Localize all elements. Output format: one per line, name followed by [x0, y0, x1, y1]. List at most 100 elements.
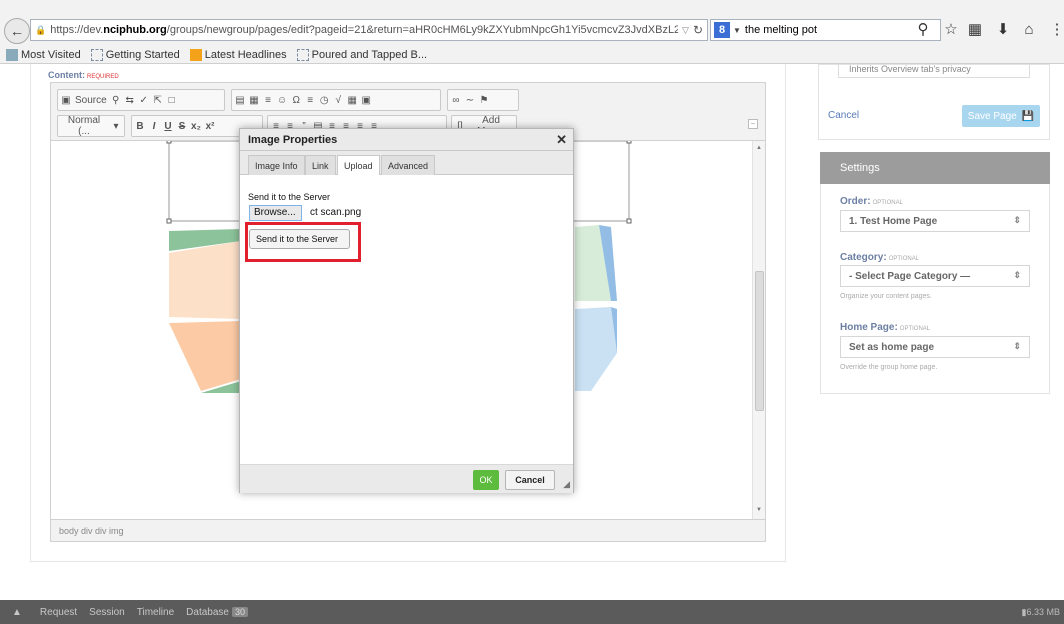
- chart-segment: [169, 321, 241, 391]
- dialog-cancel-button[interactable]: Cancel: [505, 470, 555, 490]
- source-button[interactable]: Source: [75, 95, 107, 106]
- privacy-select[interactable]: Inherits Overview tab's privacy: [838, 64, 1030, 78]
- sqrt-icon[interactable]: √: [333, 95, 343, 106]
- debug-tab-timeline[interactable]: Timeline: [137, 607, 174, 618]
- spellcheck-icon[interactable]: ✓: [139, 95, 149, 106]
- save-icon: 💾: [1021, 110, 1035, 122]
- bookmark-getting-started[interactable]: Getting Started: [90, 48, 180, 61]
- google-icon[interactable]: 8: [714, 22, 730, 38]
- unlink-icon[interactable]: ∼: [465, 95, 475, 106]
- order-select[interactable]: 1. Test Home Page ⇕: [840, 210, 1030, 232]
- find-icon[interactable]: ⚲: [111, 95, 121, 106]
- collapse-toolbar-icon[interactable]: –: [748, 119, 758, 129]
- scrollbar-thumb[interactable]: [755, 271, 764, 411]
- reload-icon[interactable]: ↻: [693, 23, 703, 37]
- bookmark-latest-headlines[interactable]: Latest Headlines: [189, 48, 287, 61]
- menu-icon[interactable]: ⋮: [1046, 19, 1064, 41]
- subscript-icon[interactable]: x₂: [191, 121, 201, 132]
- clock-icon[interactable]: ◷: [319, 95, 329, 106]
- flag-icon[interactable]: ⚑: [479, 95, 489, 106]
- tab-image-info[interactable]: Image Info: [248, 155, 305, 176]
- editor-scrollbar[interactable]: ▲ ▼: [752, 141, 765, 519]
- debug-tab-session[interactable]: Session: [89, 607, 125, 618]
- page-icon: [90, 48, 103, 61]
- chevron-down-icon[interactable]: ▼: [733, 26, 741, 35]
- category-label: Category: OPTIONAL: [840, 252, 920, 263]
- omega-icon[interactable]: Ω: [291, 95, 301, 106]
- debug-tab-request[interactable]: Request: [40, 607, 77, 618]
- content-label: Content: REQUIRED: [48, 70, 119, 80]
- home-icon[interactable]: ⌂: [1018, 19, 1040, 41]
- scroll-down-icon[interactable]: ▼: [756, 507, 762, 513]
- resize-grip-icon[interactable]: ◢: [563, 479, 570, 490]
- tab-upload[interactable]: Upload: [337, 155, 380, 176]
- page-icon: [296, 48, 309, 61]
- resize-handle[interactable]: [626, 218, 632, 224]
- address-bar[interactable]: 🔒 https://dev.nciphub.org/groups/newgrou…: [30, 19, 708, 41]
- image-icon[interactable]: ▤: [235, 95, 245, 106]
- search-icon[interactable]: ⚲: [912, 19, 934, 41]
- image-properties-dialog: Image Properties ✕ Image Info Link Uploa…: [239, 128, 574, 493]
- tab-link[interactable]: Link: [305, 155, 336, 176]
- close-icon[interactable]: ✕: [556, 132, 567, 148]
- bold-icon[interactable]: B: [135, 121, 145, 132]
- rss-icon: [189, 48, 202, 61]
- source-icon[interactable]: ▣: [61, 95, 71, 106]
- element-path-bar: body div div img: [51, 519, 765, 541]
- superscript-icon[interactable]: x²: [205, 121, 215, 132]
- debug-tab-database[interactable]: Database 30: [186, 606, 248, 618]
- bookmark-list-icon[interactable]: ▦: [964, 19, 986, 41]
- element-path[interactable]: body div div img: [59, 526, 124, 536]
- resize-handle[interactable]: [166, 141, 172, 144]
- search-bar[interactable]: 8 ▼ the melting pot: [710, 19, 941, 41]
- chevron-down-icon: ▾: [113, 120, 119, 132]
- dropdown-triangle-icon[interactable]: ▽: [682, 25, 689, 36]
- scroll-up-icon[interactable]: ▲: [756, 145, 762, 151]
- home-page-select[interactable]: Set as home page ⇕: [840, 336, 1030, 358]
- list-icon[interactable]: ≡: [305, 95, 315, 106]
- italic-icon[interactable]: I: [149, 121, 159, 132]
- strike-icon[interactable]: S: [177, 121, 187, 132]
- maximize-icon[interactable]: ⇱: [153, 95, 163, 106]
- upload-label: Send it to the Server: [248, 192, 331, 202]
- smiley-icon[interactable]: ☺: [277, 95, 287, 106]
- link-icon[interactable]: ∞: [451, 95, 461, 106]
- search-input[interactable]: the melting pot: [745, 24, 940, 36]
- home-page-label: Home Page: OPTIONAL: [840, 322, 931, 333]
- save-page-button[interactable]: Save Page 💾: [962, 105, 1040, 127]
- replace-icon[interactable]: ⇆: [125, 95, 135, 106]
- resize-handle[interactable]: [626, 141, 632, 144]
- table-icon[interactable]: ▦: [249, 95, 259, 106]
- bookmark-most-visited[interactable]: Most Visited: [6, 48, 81, 61]
- debug-bar: ▲ Request Session Timeline Database 30 ▮6…: [0, 600, 1064, 624]
- grid-icon[interactable]: ▦: [347, 95, 357, 106]
- star-icon[interactable]: ☆: [940, 19, 962, 41]
- cancel-link[interactable]: Cancel: [828, 110, 859, 121]
- settings-title: Settings: [820, 152, 1050, 184]
- bookmark-poured-tapped[interactable]: Poured and Tapped B...: [296, 48, 427, 61]
- browse-button[interactable]: Browse...: [249, 205, 302, 221]
- dialog-title[interactable]: Image Properties: [240, 129, 573, 151]
- dialog-tabs: Image Info Link Upload Advanced: [240, 151, 573, 176]
- category-select[interactable]: - Select Page Category — ⇕: [840, 265, 1030, 287]
- dialog-footer: OK Cancel ◢: [240, 465, 573, 493]
- doc-icon[interactable]: ▣: [361, 95, 371, 106]
- category-hint: Organize your content pages.: [840, 293, 932, 300]
- ok-button[interactable]: OK: [473, 470, 499, 490]
- bookmarks-bar: Most Visited Getting Started Latest Head…: [0, 45, 1064, 64]
- underline-icon[interactable]: U: [163, 121, 173, 132]
- page-icon: [6, 48, 18, 61]
- toolbar-group-source: ▣ Source ⚲ ⇆ ✓ ⇱ □: [57, 89, 225, 111]
- format-select[interactable]: Normal (... ▾: [57, 115, 125, 137]
- resize-handle[interactable]: [166, 218, 172, 224]
- browser-chrome: ← 🔒 https://dev.nciphub.org/groups/newgr…: [0, 0, 1064, 64]
- hr-icon[interactable]: ≡: [263, 95, 273, 106]
- tab-advanced[interactable]: Advanced: [381, 155, 436, 176]
- chart-segment: [575, 307, 617, 391]
- blocks-icon[interactable]: □: [167, 95, 177, 106]
- debug-toggle-icon[interactable]: ▲: [12, 607, 22, 618]
- chart-segment: [169, 241, 241, 319]
- back-arrow-icon[interactable]: ←: [4, 18, 30, 44]
- download-icon[interactable]: ⬇: [992, 19, 1014, 41]
- send-to-server-button[interactable]: Send it to the Server: [249, 229, 350, 249]
